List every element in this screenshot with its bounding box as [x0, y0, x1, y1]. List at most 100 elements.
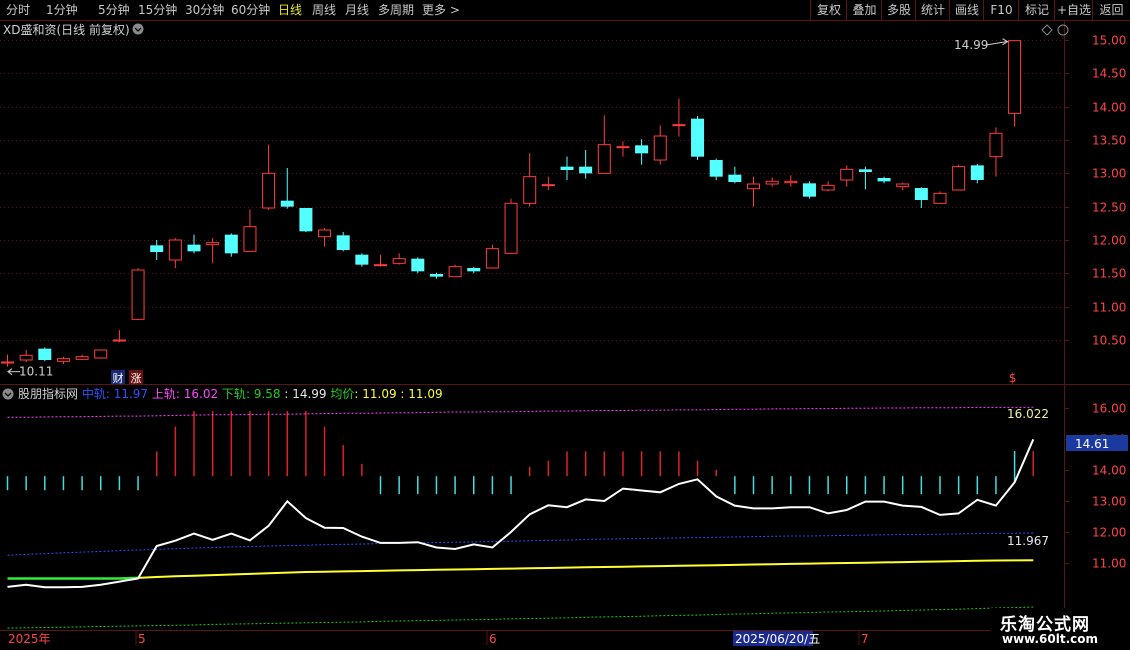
candle-body-up — [1008, 40, 1022, 114]
candle-body-up — [765, 180, 779, 185]
candle-body-up — [374, 264, 387, 267]
avg-price-line — [7, 559, 1034, 580]
candle-body-up — [131, 269, 145, 320]
candle-body-up — [448, 266, 462, 278]
candle-body-down — [429, 274, 443, 277]
upper-label: 上轨 — [148, 387, 176, 401]
candle-body-up — [168, 239, 182, 261]
avg-value-2: : 11.09 — [397, 387, 443, 401]
candle-body-up — [989, 132, 1003, 158]
candle-body-down — [728, 174, 742, 182]
price-axis-label: 14.00 — [1092, 101, 1126, 115]
candle-body-down — [467, 268, 481, 272]
indicator-axis-label: 11.00 — [1092, 557, 1126, 571]
candle-body-down — [709, 160, 723, 177]
candle-body-down — [299, 208, 313, 232]
candle-body-up — [504, 202, 518, 254]
candle-body-down — [970, 165, 984, 180]
candle-body-up — [243, 226, 257, 252]
indicator-axis-label: 14.00 — [1092, 464, 1126, 478]
candle-body-up — [747, 183, 760, 190]
candle-body-up — [616, 146, 630, 149]
month-7-label: 7 — [861, 632, 869, 646]
candle-body-up — [206, 242, 220, 246]
candle-body-up — [262, 172, 276, 209]
badge-zhang: 涨 — [131, 372, 142, 385]
mid-label: 中轨 — [78, 386, 106, 401]
candle-body-down — [355, 254, 369, 265]
price-axis-label: 11.00 — [1092, 301, 1126, 315]
stock-title: XD盛和资(日线 前复权) — [3, 22, 130, 37]
candle-body-up — [392, 258, 406, 264]
candle-body-down — [858, 169, 872, 172]
candle-body-down — [914, 188, 928, 200]
candle-body-down — [877, 178, 891, 182]
indicator-main-line — [7, 438, 1035, 589]
indicator-axis-label: 13.00 — [1092, 495, 1126, 509]
indicator-header: 股朋指标网 中轨: 11.97 上轨: 16.02 下轨: 9.58 : 14.… — [18, 386, 443, 401]
avg-value: : 11.09 — [354, 387, 396, 401]
candle-body-down — [336, 235, 350, 250]
watermark: 乐淘公式网 www.60lt.com — [990, 608, 1130, 650]
candle-body-up — [821, 184, 835, 191]
price-axis-label: 10.50 — [1092, 334, 1126, 348]
candle-body-up — [784, 180, 798, 184]
candle-body-up — [485, 248, 499, 269]
title-dropdown-icon — [132, 23, 144, 35]
indicator-name: 股朋指标网 — [18, 386, 78, 401]
circle-icon — [1057, 24, 1069, 36]
mid-tag-label: 11.967 — [1007, 534, 1049, 548]
price-axis-label: 13.50 — [1092, 134, 1126, 148]
candle-body-up — [672, 124, 686, 127]
candle-body-down — [635, 145, 649, 154]
candle-body-down — [691, 118, 705, 157]
candle-body-down — [411, 258, 425, 272]
indicator-axis-label: 12.00 — [1092, 526, 1126, 540]
candle-body-up — [933, 192, 947, 204]
price-axis-label: 11.50 — [1092, 267, 1126, 281]
candle-body-up — [653, 135, 667, 161]
candle-body-down — [579, 166, 593, 174]
candle-body-down — [150, 245, 164, 252]
candle-body-down — [187, 244, 201, 252]
lower-band-line — [7, 606, 1034, 629]
upper-band-line — [7, 406, 1034, 418]
candle-body-up — [1, 361, 14, 364]
candle-body-up — [952, 166, 966, 191]
candle-body-up — [19, 354, 33, 361]
candle-body-up — [541, 184, 555, 187]
price-axis-label: 14.50 — [1092, 67, 1126, 81]
cursor-date-label: 2025/06/20/五 — [735, 632, 820, 646]
candle-body-up — [523, 176, 537, 204]
candle-body-down — [224, 234, 238, 254]
close-value: : 14.99 — [281, 387, 327, 401]
candle-body-down — [38, 348, 52, 360]
avg-price-line-green — [7, 576, 139, 580]
price-axis-label: 13.00 — [1092, 167, 1126, 181]
avg-label: 均价 — [327, 387, 355, 401]
indicator-axis-label: 16.00 — [1092, 402, 1126, 416]
month-5-label: 5 — [138, 632, 146, 646]
price-axis-label: 15.00 — [1092, 34, 1126, 48]
month-6-label: 6 — [489, 632, 497, 646]
current-value-tag: 14.61 — [1075, 437, 1109, 451]
price-axis-label: 12.50 — [1092, 201, 1126, 215]
indicator-dropdown-icon — [2, 388, 14, 400]
candle-body-up — [318, 229, 332, 238]
badge-cai: 财 — [113, 371, 124, 385]
candle-body-up — [75, 356, 89, 360]
price-axis-label: 12.00 — [1092, 234, 1126, 248]
s-marker: $ — [1009, 371, 1017, 385]
candle-body-up — [896, 183, 910, 188]
year-label: 2025年 — [8, 632, 51, 646]
candle-body-down — [802, 183, 816, 197]
candle-body-up — [597, 144, 611, 174]
candle-body-up — [840, 168, 854, 181]
diamond-icon — [1041, 24, 1053, 36]
watermark-url: www.60lt.com — [1002, 632, 1099, 646]
low-price-label: 10.11 — [19, 365, 53, 379]
kline-chart[interactable]: XD盛和资(日线 前复权) 15.00 14.50 14.00 13.50 13.00 12… — [0, 0, 1130, 650]
candle-body-down — [560, 166, 574, 170]
upper-value: : 16.02 — [176, 387, 218, 401]
candle-body-up — [112, 339, 126, 342]
